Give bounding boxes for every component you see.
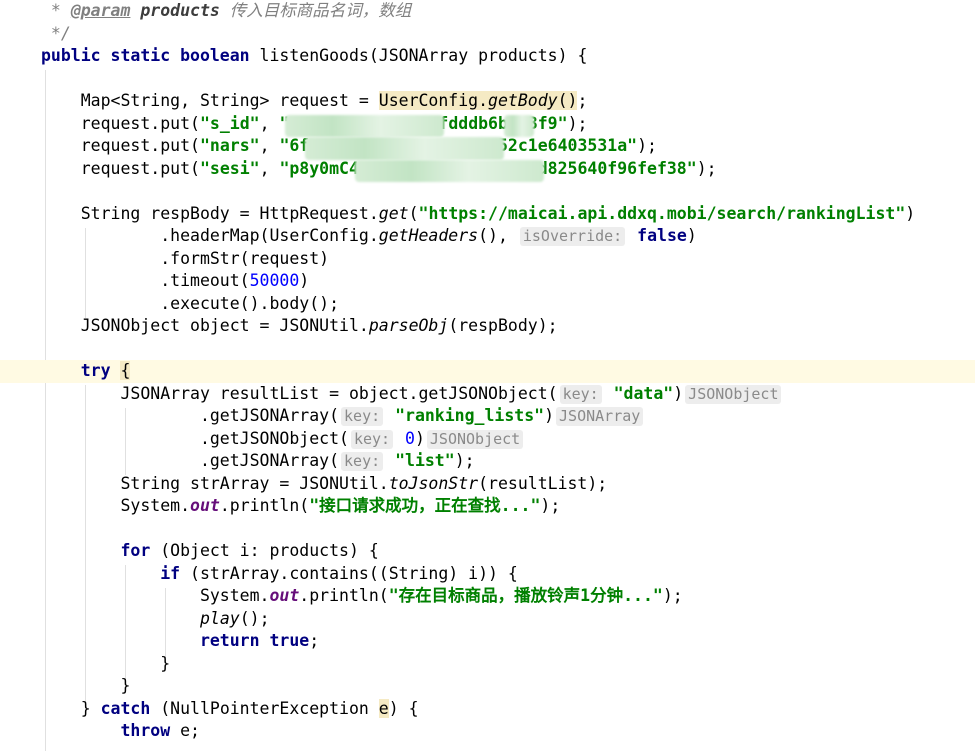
- code-line: if (strArray.contains((String) i)) {: [41, 563, 518, 583]
- redacted-value: xxxxxxxxxxxxxxx: [289, 113, 438, 136]
- code-line: throw e;: [41, 721, 200, 740]
- code-line: String respBody = HttpRequest.get("https…: [41, 203, 916, 223]
- code-line: }: [41, 676, 131, 695]
- redacted-value: xxxxxxxxxxxxxxxxxx: [359, 158, 538, 181]
- code-line: request.put("nars", "6fxxxxxxxxxxxxxxxxx…: [0, 135, 975, 158]
- code-line: .getJSONObject(key: 0) JSONObject: [0, 428, 975, 451]
- redacted-value: xx: [508, 113, 528, 136]
- code-line: */: [41, 23, 71, 43]
- code-line: .getJSONArray(key: "ranking_lists") JSONA…: [0, 405, 975, 428]
- code-line: .timeout(50000): [41, 271, 310, 290]
- code-line: System.out.println("接口请求成功，正在查找...");: [41, 496, 561, 515]
- type-hint: JSONArray: [556, 407, 644, 426]
- code-line: .getJSONArray(key: "list");: [41, 451, 475, 471]
- parameter-hint: key:: [559, 384, 602, 404]
- code-area[interactable]: * @param products 传入目标商品名词，数组 */ public …: [0, 0, 975, 743]
- code-line: .headerMap(UserConfig.getHeaders(), isOv…: [41, 226, 697, 246]
- code-line: play();: [199, 608, 270, 628]
- code-line: JSONObject object = JSONUtil.parseObj(re…: [41, 316, 558, 335]
- code-line: String strArray = JSONUtil.toJsonStr(res…: [41, 473, 608, 493]
- parameter-hint: key:: [350, 429, 394, 449]
- type-hint: JSONObject: [426, 429, 524, 449]
- code-line: for (Object i: products) {: [41, 541, 379, 560]
- redacted-value: xxxxxxxxxxxxxxxxxxx: [309, 135, 498, 158]
- parameter-hint: isOverride:: [519, 227, 626, 246]
- code-line: request.put("s_id", "xxxxxxxxxxxxxxxfddd…: [0, 113, 975, 136]
- parameter-hint: key:: [341, 452, 384, 471]
- code-line: Map<String, String> request = UserConfig…: [41, 91, 588, 110]
- code-line: System.out.println("存在目标商品，播放铃声1分钟...");: [41, 586, 683, 605]
- parameter-hint: key:: [341, 407, 384, 426]
- type-hint: JSONObject: [685, 384, 782, 404]
- code-line: return true;: [41, 631, 320, 650]
- code-line: public static boolean listenGoods(JSONAr…: [41, 46, 588, 65]
- code-line: } catch (NullPointerException e) {: [41, 698, 419, 718]
- current-line: try {: [0, 360, 975, 383]
- code-editor[interactable]: * @param products 传入目标商品名词，数组 */ public …: [0, 0, 975, 751]
- code-line: JSONArray resultList = object.getJSONObj…: [0, 383, 975, 406]
- code-line: request.put("sesi", "p8y0mC4xxxxxxxxxxxx…: [0, 158, 975, 181]
- code-line: .formStr(request): [41, 248, 330, 268]
- code-line: * @param products 传入目标商品名词，数组: [41, 1, 412, 20]
- code-line: }: [41, 653, 171, 673]
- code-line: .execute().body();: [41, 293, 340, 313]
